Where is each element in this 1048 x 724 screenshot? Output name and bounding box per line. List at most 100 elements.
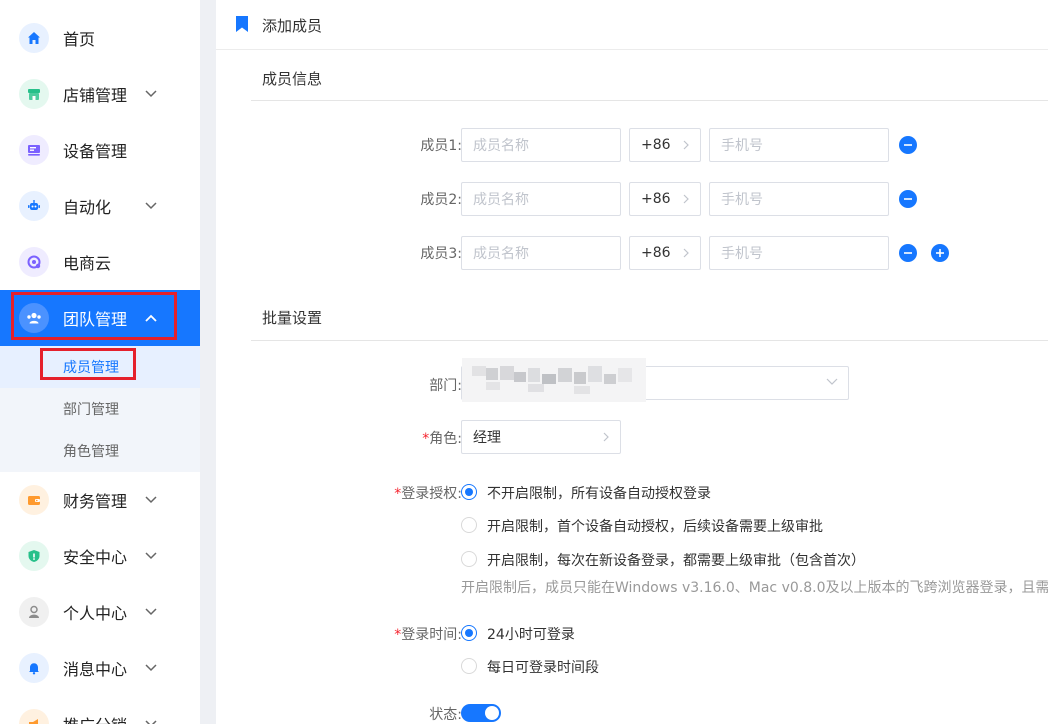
minus-icon (904, 252, 912, 254)
shield-icon (19, 541, 49, 571)
status-toggle[interactable] (461, 704, 501, 722)
sidebar-item-finance[interactable]: 财务管理 (0, 472, 200, 528)
chevron-down-icon (143, 548, 159, 564)
remove-member-button[interactable] (899, 190, 917, 208)
home-icon (19, 23, 49, 53)
chevron-right-icon (683, 140, 689, 150)
time-option-label: 24小时可登录 (487, 627, 575, 643)
minus-icon (904, 198, 912, 200)
sidebar-item-team[interactable]: 团队管理 (0, 290, 200, 346)
member-name-input[interactable]: 成员名称 (461, 236, 621, 270)
chevron-right-icon (683, 194, 689, 204)
device-icon (19, 135, 49, 165)
country-code-select[interactable]: +86 (629, 236, 701, 270)
remove-member-button[interactable] (899, 244, 917, 262)
robot-icon (19, 191, 49, 221)
member-row-label: 成员3: (420, 246, 462, 262)
member-name-input[interactable]: 成员名称 (461, 128, 621, 162)
role-select[interactable]: 经理 (461, 420, 621, 454)
time-option-radio[interactable] (461, 625, 477, 641)
auth-option-label: 开启限制，首个设备自动授权，后续设备需要上级审批 (487, 519, 823, 535)
auth-option-radio[interactable] (461, 484, 477, 500)
sidebar-subitem-label: 部门管理 (63, 402, 119, 418)
chevron-down-icon (143, 86, 159, 102)
sidebar-subitem-departments[interactable]: 部门管理 (0, 388, 200, 430)
wallet-icon (19, 485, 49, 515)
auth-hint-text: 开启限制后，成员只能在Windows v3.16.0、Mac v0.8.0及以上… (461, 580, 1048, 596)
chevron-up-icon (143, 310, 159, 326)
auth-option-label: 不开启限制，所有设备自动授权登录 (487, 486, 711, 502)
sidebar-item-profile[interactable]: 个人中心 (0, 584, 200, 640)
sidebar-item-label: 自动化 (63, 198, 112, 217)
sidebar-item-label: 安全中心 (63, 548, 128, 567)
sidebar-subitem-label: 成员管理 (63, 360, 119, 376)
sidebar-subitem-label: 角色管理 (63, 444, 119, 460)
department-label: 部门: (429, 378, 462, 394)
bell-icon (19, 653, 49, 683)
section-divider (251, 340, 1048, 341)
chevron-down-icon (143, 660, 159, 676)
country-code-value: +86 (641, 137, 671, 153)
phone-input[interactable]: 手机号 (709, 128, 889, 162)
megaphone-icon (19, 709, 49, 724)
time-option-label: 每日可登录时间段 (487, 660, 599, 676)
section-divider (251, 100, 1048, 101)
phone-input[interactable]: 手机号 (709, 236, 889, 270)
sidebar: 首页 店铺管理 设备管理 自动化 电商云 团队管理 成员管理 部门管理 角色管理… (0, 0, 200, 724)
sidebar-item-ecommerce-cloud[interactable]: 电商云 (0, 234, 200, 290)
member-row-label: 成员2: (420, 192, 462, 208)
country-code-select[interactable]: +86 (629, 128, 701, 162)
status-label: 状态: (429, 707, 462, 723)
store-icon (19, 79, 49, 109)
sidebar-item-home[interactable]: 首页 (0, 10, 200, 66)
chevron-right-icon (683, 248, 689, 258)
sidebar-item-label: 推广分销 (63, 712, 127, 724)
user-icon (19, 597, 49, 627)
country-code-value: +86 (641, 191, 671, 207)
sidebar-item-security[interactable]: 安全中心 (0, 528, 200, 584)
sidebar-item-store[interactable]: 店铺管理 (0, 66, 200, 122)
sidebar-item-label: 电商云 (63, 254, 112, 273)
sidebar-item-label: 首页 (63, 30, 96, 49)
plus-icon (936, 249, 944, 257)
chevron-down-icon (826, 378, 838, 385)
auth-option-radio[interactable] (461, 517, 477, 533)
sidebar-item-messages[interactable]: 消息中心 (0, 640, 200, 696)
main-content: 添加成员 成员信息 成员1: 成员名称 +86 手机号 成员2: 成员名称 +8… (216, 0, 1048, 724)
sidebar-item-label: 团队管理 (63, 310, 128, 329)
login-time-label: *登录时间: (394, 627, 462, 643)
bookmark-icon (236, 16, 248, 32)
sidebar-item-automation[interactable]: 自动化 (0, 178, 200, 234)
time-option-radio[interactable] (461, 658, 477, 674)
page-header: 添加成员 (216, 0, 1048, 50)
section-title-batch-settings: 批量设置 (262, 309, 323, 327)
login-auth-label: *登录授权: (394, 486, 462, 502)
team-icon (19, 303, 49, 333)
sidebar-item-label: 个人中心 (63, 604, 128, 623)
sidebar-item-label: 消息中心 (63, 660, 128, 679)
chevron-down-icon (143, 198, 159, 214)
section-title-member-info: 成员信息 (262, 70, 323, 88)
page-title: 添加成员 (262, 17, 323, 35)
cloud-icon (19, 247, 49, 277)
chevron-down-icon (143, 604, 159, 620)
minus-icon (904, 144, 912, 146)
auth-option-label: 开启限制，每次在新设备登录，都需要上级审批（包含首次） (487, 553, 865, 569)
add-member-button[interactable] (931, 244, 949, 262)
member-name-input[interactable]: 成员名称 (461, 182, 621, 216)
sidebar-subitem-members[interactable]: 成员管理 (0, 346, 200, 388)
country-code-value: +86 (641, 245, 671, 261)
sidebar-item-device[interactable]: 设备管理 (0, 122, 200, 178)
chevron-down-icon (143, 492, 159, 508)
sidebar-item-label: 财务管理 (63, 492, 128, 511)
role-value: 经理 (473, 430, 501, 446)
phone-input[interactable]: 手机号 (709, 182, 889, 216)
sidebar-subitem-roles[interactable]: 角色管理 (0, 430, 200, 472)
redacted-department-value (462, 358, 646, 402)
remove-member-button[interactable] (899, 136, 917, 154)
auth-option-radio[interactable] (461, 551, 477, 567)
country-code-select[interactable]: +86 (629, 182, 701, 216)
sidebar-item-promotion[interactable]: 推广分销 (0, 696, 200, 724)
chevron-down-icon (143, 716, 159, 724)
role-label: *角色: (422, 431, 462, 447)
